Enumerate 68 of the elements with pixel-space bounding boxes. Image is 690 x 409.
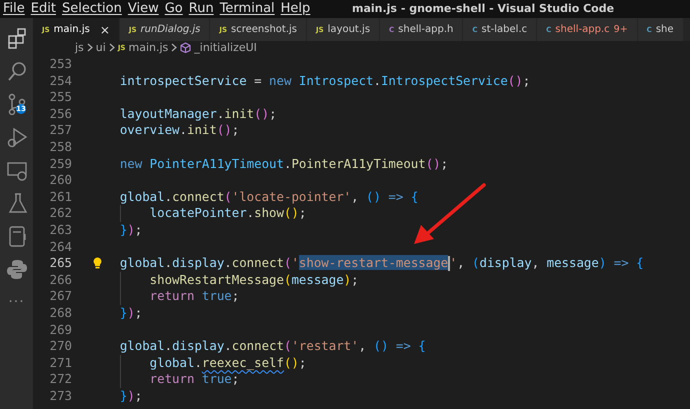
line-number: 257: [48, 122, 72, 139]
tab-label: main.js: [54, 24, 90, 35]
line-number: 269: [48, 322, 72, 338]
tab-label: shell-app.c: [555, 24, 610, 35]
breadcrumb-item[interactable]: js: [75, 41, 84, 54]
code-line: showRestartMessage(message);: [148, 272, 359, 287]
chevron-icon: [171, 43, 178, 52]
code-line: introspectService = new Introspect.IntrospectService();: [118, 72, 530, 88]
menu-item[interactable]: Terminal: [216, 0, 278, 18]
arrow: [414, 183, 486, 244]
line-number: 262: [48, 205, 72, 222]
line-number: 271: [48, 354, 72, 372]
chevron-icon: [86, 43, 93, 52]
menu-item[interactable]: File: [0, 0, 28, 18]
tab-label: screenshot.js: [231, 24, 297, 35]
line-number: 264: [48, 238, 72, 256]
menu-item[interactable]: Selection: [58, 0, 125, 18]
code-line: global.connect('locate-pointer', () => {: [118, 188, 418, 204]
more-button[interactable]: ···: [8, 294, 25, 310]
menu-item[interactable]: Run: [186, 0, 217, 18]
tab-label: runDialog.js: [140, 24, 200, 35]
code-line: });: [118, 388, 142, 403]
close-button[interactable]: ×: [100, 22, 110, 36]
code-line: overview.init();: [118, 122, 240, 138]
code-line: global.reexec_self();: [148, 354, 306, 370]
menu-item[interactable]: View: [124, 0, 162, 18]
menu-item[interactable]: Edit: [28, 0, 59, 18]
line-number: 260: [48, 172, 72, 189]
line-number: 261: [48, 188, 72, 206]
chevron-icon: [108, 43, 115, 52]
line-number: 272: [48, 371, 72, 388]
line-number: 263: [48, 222, 72, 239]
menu-item[interactable]: Help: [278, 0, 314, 18]
tab-label: shell-app.h: [398, 24, 454, 35]
code-line: return true;: [148, 371, 240, 386]
code-line: });: [118, 304, 142, 320]
line-number: 266: [48, 272, 72, 288]
menu-item[interactable]: Go: [162, 0, 186, 18]
tab-label: layout.js: [328, 24, 370, 35]
line-number: 253: [48, 56, 72, 73]
window-title: main.js - gnome-shell - Visual Studio Code: [352, 1, 614, 17]
code-line: new PointerA11yTimeout.PointerA11yTimeout();: [118, 156, 448, 171]
code-line: layoutManager.init();: [118, 106, 277, 121]
tab-label: she: [656, 24, 674, 35]
files-icon[interactable]: [6, 26, 28, 48]
cube-icon: [180, 42, 192, 53]
code-line: global.display.connect('show-restart-message', (display, message) => {: [118, 255, 644, 270]
line-number: 265: [48, 255, 72, 272]
breadcrumb-item[interactable]: ui: [96, 41, 106, 54]
line-number: 259: [48, 156, 72, 172]
line-number: 273: [48, 388, 72, 404]
search-icon[interactable]: [6, 60, 28, 82]
problem-count: 9+: [614, 24, 628, 35]
breadcrumb-item[interactable]: main.js: [128, 41, 168, 54]
line-number: 256: [48, 106, 72, 122]
breadcrumb-item[interactable]: _initializeUI: [194, 41, 257, 54]
lightbulb-icon[interactable]: [93, 257, 102, 270]
line-number: 258: [48, 138, 72, 156]
code-line: return true;: [148, 288, 240, 304]
code-line: });: [118, 222, 142, 237]
code-line: global.display.connect('restart', () => {: [118, 338, 426, 354]
line-number: 255: [48, 89, 72, 106]
code-line: locatePointer.show();: [148, 205, 306, 220]
line-number: 270: [48, 338, 72, 355]
line-number: 254: [48, 72, 72, 90]
line-number: 268: [48, 304, 72, 322]
line-number: 267: [48, 288, 72, 305]
tab-label: st-label.c: [482, 24, 528, 35]
